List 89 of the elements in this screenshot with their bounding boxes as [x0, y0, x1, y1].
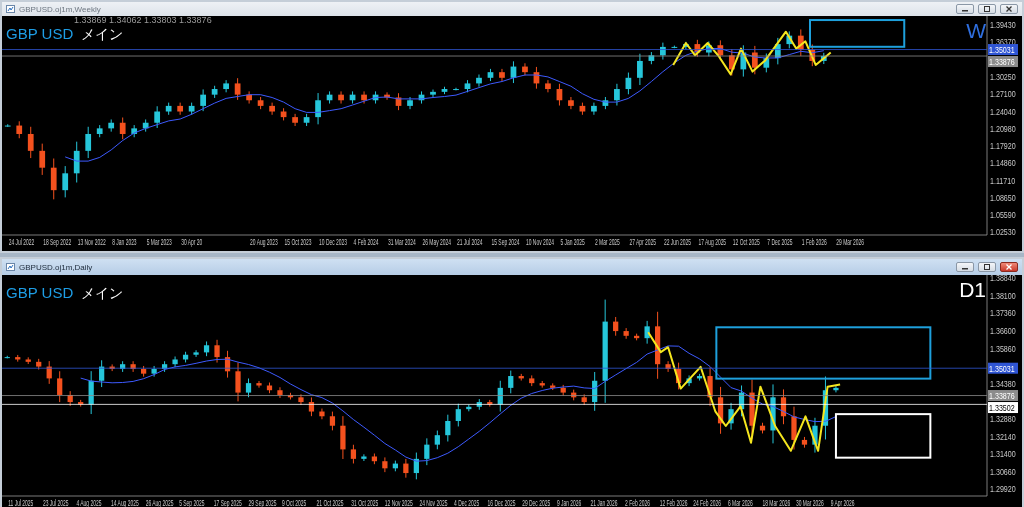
restore-icon: [983, 6, 991, 12]
date-label: 11 Jul 2025: [8, 496, 34, 507]
date-label: 5 Mar 2023: [146, 235, 172, 247]
date-label: 8 Jan 2023: [112, 235, 137, 247]
price-label: 1.14860: [990, 157, 1016, 169]
window-title: GBPUSD.oj1m,Daily: [19, 262, 94, 272]
date-label: 21 Oct 2025: [316, 496, 344, 507]
date-label: 15 Sep 2024: [491, 235, 520, 247]
price-label: 1.35860: [990, 342, 1016, 355]
chart-window-icon: [6, 263, 15, 271]
price-label: 1.29920: [990, 483, 1016, 495]
date-label: 23 Jul 2025: [42, 496, 69, 507]
date-label: 9 Jan 2026: [556, 496, 582, 507]
ohlc-values: 1.33869 1.34062 1.33803 1.33876: [74, 15, 212, 25]
date-label: 24 Jul 2022: [8, 235, 35, 247]
date-label: 27 Apr 2025: [629, 235, 656, 247]
date-label: 30 Mar 2026: [796, 496, 824, 507]
date-label: 30 Apr 20: [181, 235, 203, 247]
price-label: 1.27100: [990, 88, 1016, 100]
price-label: 1.36600: [990, 325, 1016, 337]
minimize-button[interactable]: [956, 262, 974, 272]
chart-window-icon: [6, 5, 15, 13]
window-title: GBPUSD.oj1m,Weekly: [19, 4, 102, 14]
date-label: 4 Dec 2025: [454, 496, 480, 507]
price-label: 1.05590: [990, 209, 1016, 221]
close-button[interactable]: [1000, 4, 1018, 14]
date-label: 5 Jan 2025: [560, 235, 585, 247]
date-label: 12 Oct 2025: [732, 235, 760, 247]
timeframe-label: D1: [959, 279, 986, 300]
date-label: 31 Mar 2024: [388, 235, 416, 247]
date-label: 4 Feb 2024: [353, 235, 379, 247]
price-label: 1.39430: [990, 19, 1016, 31]
date-label: 1 Feb 2026: [801, 235, 827, 247]
date-label: 13 Nov 2022: [77, 235, 106, 247]
caption-label: メイン: [81, 286, 124, 300]
date-label: 16 Dec 2025: [487, 496, 516, 507]
date-label: 7 Dec 2025: [767, 235, 793, 247]
date-label: 20 Aug 2023: [250, 235, 278, 247]
price-label: 1.20980: [990, 122, 1016, 135]
date-label: 9 Oct 2025: [282, 496, 307, 507]
close-icon: [1005, 264, 1013, 270]
symbol-label: GBP USD: [6, 26, 74, 41]
date-label: 12 Feb 2026: [659, 496, 688, 507]
date-label: 10 Dec 2023: [319, 235, 348, 247]
date-label: 18 Mar 2026: [762, 496, 791, 507]
price-label: 1.32880: [990, 413, 1016, 425]
date-label: 6 Mar 2026: [727, 496, 753, 507]
restore-button[interactable]: [978, 4, 996, 14]
date-label: 24 Nov 2025: [419, 496, 448, 507]
date-label: 17 Aug 2025: [698, 235, 727, 247]
price-label: 1.30660: [990, 465, 1016, 478]
price-label: 1.02530: [990, 226, 1016, 238]
price-label: 1.31400: [990, 448, 1016, 460]
symbol-label: GBP USD: [6, 285, 74, 300]
price-label: 1.11710: [990, 174, 1016, 187]
price-label: 1.24040: [990, 105, 1016, 117]
date-label: 12 Nov 2025: [384, 496, 413, 507]
restore-button[interactable]: [978, 262, 996, 272]
price-label: 1.38840: [990, 275, 1016, 284]
minimize-button[interactable]: [956, 4, 974, 14]
date-label: 24 Feb 2026: [693, 496, 721, 507]
date-label: 18 Sep 2022: [43, 235, 72, 247]
price-label: 1.37360: [990, 307, 1016, 319]
date-label: 2 Feb 2026: [625, 496, 651, 507]
price-label: 1.38100: [990, 289, 1016, 302]
timeframe-label: W: [966, 20, 986, 41]
price-tag: 1.35031: [988, 362, 1018, 374]
price-label: 1.08650: [990, 192, 1016, 204]
date-label: 21 Jan 2026: [590, 496, 618, 507]
price-label: 1.32140: [990, 430, 1016, 443]
date-label: 2 Mar 2025: [594, 235, 620, 247]
price-tag: 1.33876: [988, 55, 1018, 68]
date-label: 15 Oct 2023: [284, 235, 312, 247]
restore-icon: [983, 264, 991, 270]
date-label: 21 Jul 2024: [457, 235, 483, 247]
close-button[interactable]: [1000, 262, 1018, 272]
date-label: 29 Mar 2026: [836, 235, 864, 247]
close-icon: [1005, 6, 1013, 12]
date-label: 10 Nov 2024: [526, 235, 554, 247]
caption-label: メイン: [81, 27, 124, 41]
date-label: 31 Oct 2025: [351, 496, 379, 507]
price-label: 1.34380: [990, 377, 1016, 390]
price-tag: 1.33502: [988, 401, 1018, 414]
price-label: 1.17920: [990, 139, 1016, 152]
price-label: 1.30250: [990, 70, 1016, 82]
date-label: 26 May 2024: [422, 235, 452, 247]
date-label: 22 Jun 2025: [663, 235, 692, 247]
date-label: 29 Dec 2025: [522, 496, 551, 507]
price-tag: 1.33876: [988, 389, 1018, 402]
